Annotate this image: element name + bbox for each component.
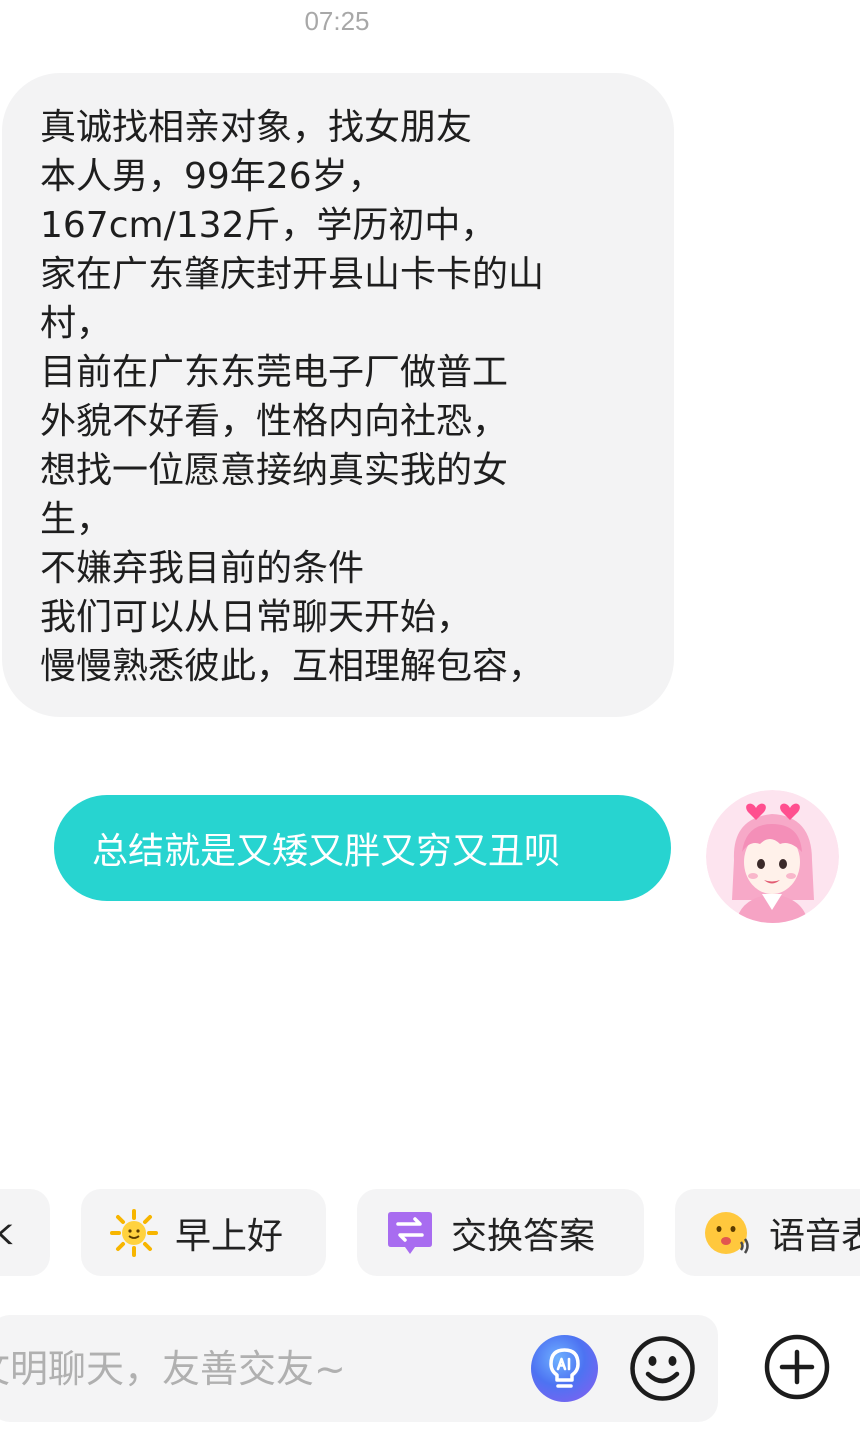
incoming-message-line: 167cm/132斤，学历初中， — [40, 205, 497, 246]
incoming-message-line: 想找一位愿意接纳真实我的女 — [40, 450, 509, 491]
incoming-message-line: 村， — [40, 303, 113, 344]
sun-icon — [110, 1208, 158, 1257]
ai-bulb-icon — [549, 1348, 580, 1388]
incoming-message-line: 外貌不好看，性格内向社恐， — [40, 401, 509, 442]
message-input-bar — [0, 1315, 718, 1422]
quick-reply-chip-exchange-answers[interactable]: 交换答案 — [357, 1189, 644, 1276]
exchange-icon — [388, 1211, 432, 1254]
incoming-message-line: 我们可以从日常聊天开始， — [40, 597, 473, 638]
more-options-button[interactable] — [763, 1333, 831, 1401]
incoming-message-line: 不嫌弃我目前的条件 — [40, 548, 365, 589]
quick-reply-chip-good-morning[interactable]: 早上好 — [81, 1189, 326, 1276]
message-timestamp: 07:25 — [304, 6, 370, 36]
quick-reply-label: k — [0, 1212, 13, 1253]
message-input[interactable] — [0, 1315, 510, 1422]
ai-assistant-button[interactable] — [531, 1335, 598, 1402]
incoming-message-line: 慢慢熟悉彼此，互相理解包容， — [40, 646, 545, 687]
smiley-face-icon — [630, 1336, 695, 1401]
user-avatar[interactable] — [706, 790, 839, 923]
quick-reply-label: 交换答案 — [451, 1215, 596, 1257]
incoming-message-bubble[interactable]: 真诚找相亲对象，找女朋友 本人男，99年26岁， 167cm/132斤，学历初中… — [2, 73, 674, 717]
avatar-illustration-icon — [706, 790, 839, 923]
quick-reply-label: 早上好 — [175, 1215, 284, 1257]
voice-emoji-icon — [705, 1211, 749, 1254]
outgoing-message-bubble[interactable]: 总结就是又矮又胖又穷又丑呗 — [54, 795, 671, 901]
quick-reply-label: 语音表 — [769, 1215, 860, 1257]
plus-circle-icon — [764, 1334, 830, 1400]
quick-reply-chip[interactable]: k — [0, 1189, 50, 1276]
emoji-button[interactable] — [629, 1335, 696, 1402]
outgoing-message-text: 总结就是又矮又胖又穷又丑呗 — [92, 831, 561, 872]
incoming-message-line: 目前在广东东莞电子厂做普工 — [40, 352, 509, 393]
incoming-message-line: 真诚找相亲对象，找女朋友 — [40, 107, 473, 148]
incoming-message-line: 家在广东肇庆封开县山卡卡的山 — [40, 254, 545, 295]
incoming-message-line: 本人男，99年26岁， — [40, 156, 384, 197]
incoming-message-line: 生， — [40, 499, 113, 540]
quick-reply-chip-voice[interactable]: 语音表 — [675, 1189, 860, 1276]
